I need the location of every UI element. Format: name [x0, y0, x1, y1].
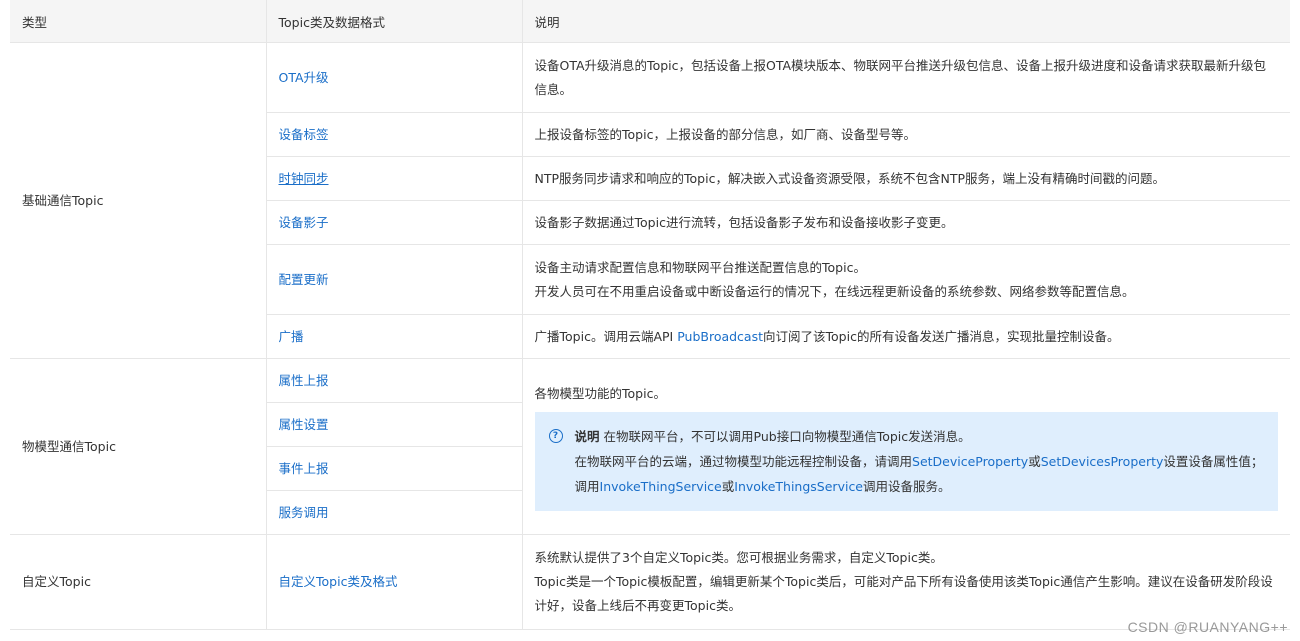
api-link-setdevicesproperty[interactable]: SetDevicesProperty: [1041, 454, 1164, 469]
note-text: 调用设备服务。: [863, 479, 951, 494]
topic-link-ota[interactable]: OTA升级: [279, 70, 329, 85]
desc-line: 系统默认提供了3个自定义Topic类。您可根据业务需求，自定义Topic类。: [534, 550, 943, 565]
type-cell-basic: 基础通信Topic: [10, 42, 267, 359]
api-link-setdeviceproperty[interactable]: SetDeviceProperty: [912, 454, 1028, 469]
desc-text: 向订阅了该Topic的所有设备发送广播消息，实现批量控制设备。: [763, 328, 1120, 344]
api-link-invokethingsservice[interactable]: InvokeThingsService: [734, 479, 863, 494]
desc-cell: 设备OTA升级消息的Topic，包括设备上报OTA模块版本、物联网平台推送升级包…: [521, 42, 1290, 113]
desc-cell: 上报设备标签的Topic，上报设备的部分信息，如厂商、设备型号等。: [521, 112, 1290, 157]
desc-line: 设备主动请求配置信息和物联网平台推送配置信息的Topic。: [534, 259, 866, 275]
topic-link-custom[interactable]: 自定义Topic类及格式: [279, 574, 398, 589]
topic-table: 类型 Topic类及数据格式 说明 基础通信Topic OTA升级 设备OTA升…: [10, 0, 1290, 630]
desc-cell: 设备主动请求配置信息和物联网平台推送配置信息的Topic。 开发人员可在不用重启…: [521, 244, 1290, 315]
topic-link-device-tag[interactable]: 设备标签: [279, 127, 329, 142]
desc-text: 广播Topic。调用云端API: [534, 328, 678, 344]
topic-link-ntp[interactable]: 时钟同步: [279, 171, 329, 186]
desc-cell: 系统默认提供了3个自定义Topic类。您可根据业务需求，自定义Topic类。 T…: [521, 534, 1290, 630]
topic-link-broadcast[interactable]: 广播: [279, 329, 304, 344]
table-row: 基础通信Topic OTA升级 设备OTA升级消息的Topic，包括设备上报OT…: [10, 42, 1290, 359]
topic-link-config[interactable]: 配置更新: [279, 272, 329, 287]
header-type: 类型: [10, 0, 267, 43]
table-header: 类型 Topic类及数据格式 说明: [10, 0, 1290, 43]
desc-line: 各物模型功能的Topic。: [534, 386, 666, 401]
note-line: 在物联网平台，不可以调用Pub接口向物模型通信Topic发送消息。: [603, 429, 971, 444]
api-link-pubbroadcast[interactable]: PubBroadcast: [677, 329, 763, 344]
api-link-invokethingservice[interactable]: InvokeThingService: [600, 479, 722, 494]
type-cell-custom: 自定义Topic: [10, 534, 267, 630]
table-row: 自定义Topic 自定义Topic类及格式 系统默认提供了3个自定义Topic类…: [10, 534, 1290, 630]
topic-link-shadow[interactable]: 设备影子: [279, 215, 329, 230]
watermark-text: CSDN @RUANYANG++: [1127, 619, 1288, 635]
question-circle-icon: ?: [548, 429, 563, 443]
note-text: 调用: [574, 479, 600, 494]
note-text: 设置设备属性值；: [1163, 454, 1264, 469]
topic-link-event-post[interactable]: 事件上报: [279, 461, 329, 476]
desc-cell: 广播Topic。调用云端API PubBroadcast向订阅了该Topic的所…: [521, 314, 1290, 359]
info-note: ? 说明 在物联网平台，不可以调用Pub接口向物模型通信Topic发送消息。 在物…: [534, 412, 1278, 511]
header-topic: Topic类及数据格式: [265, 0, 523, 43]
desc-cell: NTP服务同步请求和响应的Topic，解决嵌入式设备资源受限，系统不包含NTP服…: [521, 156, 1290, 201]
table-row: 物模型通信Topic 属性上报 各物模型功能的Topic。 ? 说明 在物联网平台…: [10, 358, 1290, 535]
topic-link-property-set[interactable]: 属性设置: [279, 417, 329, 432]
desc-line: 开发人员可在不用重启设备或中断设备运行的情况下，在线远程更新设备的系统参数、网络…: [534, 283, 1135, 299]
desc-line: Topic类是一个Topic模板配置，编辑更新某个Topic类后，可能对产品下所…: [534, 574, 1273, 613]
header-description: 说明: [521, 0, 1290, 43]
desc-cell: 设备影子数据通过Topic进行流转，包括设备影子发布和设备接收影子变更。: [521, 200, 1290, 245]
topic-link-service-call[interactable]: 服务调用: [279, 505, 329, 520]
note-text: 或: [721, 479, 735, 494]
desc-cell-thing: 各物模型功能的Topic。 ? 说明 在物联网平台，不可以调用Pub接口向物模型通…: [521, 358, 1290, 535]
note-text: 或: [1028, 454, 1041, 469]
note-text: 在物联网平台的云端，通过物模型功能远程控制设备，请调用: [574, 454, 913, 469]
note-title: 说明: [574, 429, 600, 444]
topic-link-property-post[interactable]: 属性上报: [279, 373, 329, 388]
type-cell-thing: 物模型通信Topic: [10, 358, 267, 535]
